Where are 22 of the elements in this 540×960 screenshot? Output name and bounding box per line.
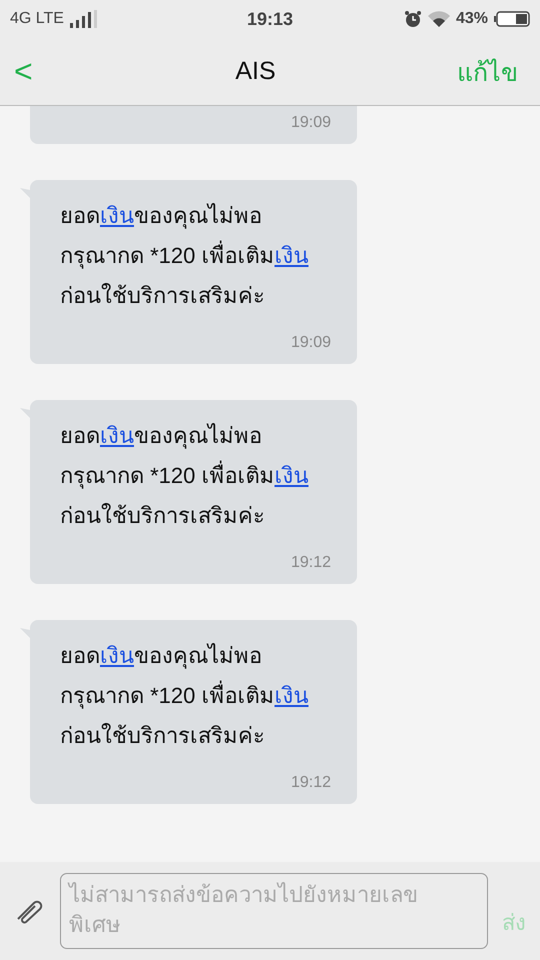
message-time: 19:12 xyxy=(290,554,331,572)
message-link[interactable]: เงิน xyxy=(274,243,308,268)
battery-percent: 43% xyxy=(456,10,488,28)
alarm-icon xyxy=(404,10,422,28)
message-link[interactable]: เงิน xyxy=(100,423,134,448)
signal-icon xyxy=(70,10,98,28)
message-text: ยอดเงินของคุณไม่พอ กรุณากด *120 เพื่อเติมเงิน ก่อนใช้บริการเสริมค่ะ xyxy=(60,202,310,310)
message-time: 19:12 xyxy=(290,774,331,792)
message-time: 19:09 xyxy=(290,114,331,132)
message-text: ยอดเงินของคุณไม่พอ กรุณากด *120 เพื่อเติมเงิน ก่อนใช้บริการเสริมค่ะ xyxy=(60,422,310,530)
header-title: AIS xyxy=(235,57,276,86)
message-text: ยอดเงินของคุณไม่พอ กรุณากด *120 เพื่อเติมเงิน ก่อนใช้บริการเสริมค่ะ xyxy=(60,642,310,750)
message-field[interactable]: ไม่สามารถส่งข้อความไปยังหมายเลขพิเศษ xyxy=(60,873,488,949)
message-link[interactable]: เงิน xyxy=(274,683,308,708)
wifi-icon xyxy=(428,11,450,27)
network-label: 4G LTE xyxy=(10,10,64,28)
clock-time: 19:13 xyxy=(246,8,294,30)
message-link[interactable]: เงิน xyxy=(274,463,308,488)
battery-icon xyxy=(494,11,530,27)
message-time: 19:09 xyxy=(290,334,331,352)
message-link[interactable]: เงิน xyxy=(100,203,134,228)
message-link[interactable]: เงิน xyxy=(100,643,134,668)
